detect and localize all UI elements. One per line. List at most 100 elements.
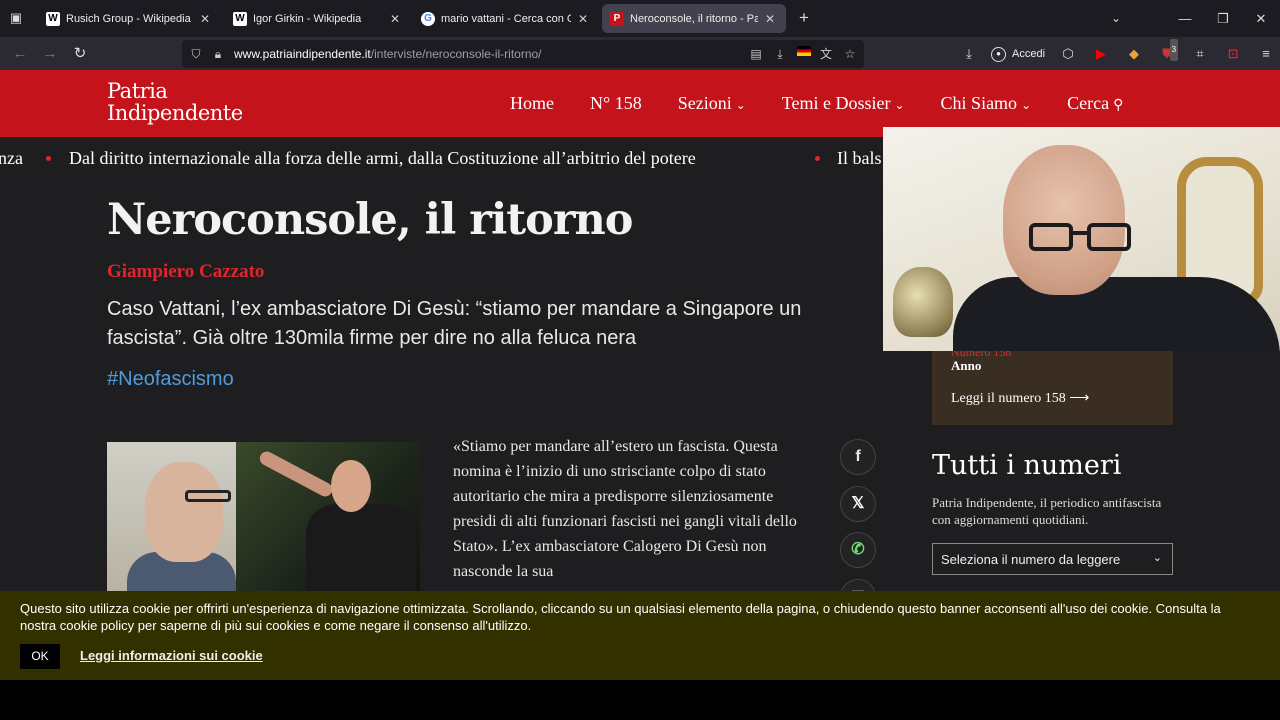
photo-arm (257, 449, 335, 499)
screen-share-icon[interactable]: ⊡ (1222, 43, 1244, 65)
photo-head (331, 460, 371, 512)
share-whatsapp-icon[interactable]: ✆ (840, 532, 876, 568)
tab-rusich-group[interactable]: W Rusich Group - Wikipedia ✕ (38, 4, 221, 33)
menu-icon[interactable]: ≡ (1255, 43, 1277, 65)
chevron-down-icon: ⌄ (1021, 98, 1032, 112)
window-controls: — ❐ ✕ (1166, 0, 1280, 37)
webcam-overlay (883, 127, 1280, 351)
back-icon[interactable]: ← (10, 44, 30, 64)
issue-year-label: Anno (951, 358, 982, 373)
url-bar[interactable]: ⛉ 🔒︎ www.patriaindipendente.it/intervist… (182, 40, 864, 68)
close-tab-icon[interactable]: ✕ (762, 12, 778, 26)
tab-title: Neroconsole, il ritorno - Patria I (630, 12, 758, 25)
share-x-icon[interactable]: 𝕏 (840, 486, 876, 522)
article-image (107, 442, 420, 592)
account-label: Accedi (1012, 48, 1046, 60)
chevron-down-icon: ⌄ (1152, 552, 1162, 564)
tab-neroconsole[interactable]: P Neroconsole, il ritorno - Patria I ✕ (602, 4, 786, 33)
photo-ambassador (107, 442, 236, 592)
close-window-icon[interactable]: ✕ (1242, 0, 1280, 37)
extension-badge: 3 (1169, 39, 1179, 61)
youtube-extension-icon[interactable]: ▶ (1090, 43, 1112, 65)
url-text[interactable]: www.patriaindipendente.it/interviste/ner… (234, 47, 542, 61)
person-head (1003, 145, 1125, 295)
browser-nav-bar: ← → ↻ ⛉ 🔒︎ www.patriaindipendente.it/int… (0, 37, 1280, 70)
photo-glasses (185, 490, 231, 502)
article-title: Neroconsole, il ritorno (107, 195, 633, 245)
url-domain: www.patriaindipendente.it (234, 47, 371, 61)
photo-head (145, 462, 223, 562)
nav-chi-siamo-label: Chi Siamo (940, 93, 1018, 113)
cookie-info-link[interactable]: Leggi informazioni sui cookie (80, 648, 263, 663)
cookie-ok-button[interactable]: OK (20, 644, 60, 669)
cookie-banner: Questo sito utilizza cookie per offrirti… (0, 591, 1280, 680)
forward-icon[interactable]: → (40, 44, 60, 64)
wikipedia-icon: W (46, 11, 60, 26)
article-tag[interactable]: #Neofascismo (107, 368, 234, 391)
reader-view-icon[interactable]: ▤ (748, 46, 764, 62)
glasses-bridge (1073, 231, 1087, 235)
extension-icon[interactable]: ◆ (1123, 43, 1145, 65)
crop-icon[interactable]: ⌗ (1189, 43, 1211, 65)
tab-google-search[interactable]: G mario vattani - Cerca con Googl ✕ (413, 4, 599, 33)
chevron-down-icon: ⌄ (894, 98, 905, 112)
patria-favicon-icon: P (610, 11, 624, 26)
article-body: «Stiamo per mandare all’estero un fascis… (453, 438, 797, 580)
tab-igor-girkin[interactable]: W Igor Girkin - Wikipedia ✕ (225, 4, 411, 33)
site-logo[interactable]: Patria Indipendente (107, 80, 243, 124)
person-shirt (953, 277, 1280, 351)
main-nav: Home N° 158 Sezioni ⌄ Temi e Dossier ⌄ Chi… (510, 93, 1123, 114)
cookie-text: Questo sito utilizza cookie per offrirti… (20, 601, 1221, 633)
tab-title: mario vattani - Cerca con Googl (441, 12, 571, 25)
nav-cerca[interactable]: Cerca ⚲ (1067, 93, 1123, 114)
close-tab-icon[interactable]: ✕ (575, 12, 591, 26)
new-tab-icon[interactable]: + (796, 9, 812, 27)
account-icon: ● (991, 46, 1006, 62)
nav-home[interactable]: Home (510, 93, 554, 114)
minimize-icon[interactable]: — (1166, 0, 1204, 37)
restore-icon[interactable]: ❐ (1204, 0, 1242, 37)
all-issues-title: Tutti i numeri (932, 450, 1122, 481)
save-page-icon[interactable]: ⤓ (772, 46, 788, 62)
photo-body (306, 504, 416, 592)
nav-chi-siamo[interactable]: Chi Siamo ⌄ (941, 93, 1032, 114)
nav-temi-dossier[interactable]: Temi e Dossier ⌄ (782, 93, 905, 114)
logo-line-1: Patria (107, 79, 168, 103)
ticker-item-fragment[interactable]: nza (0, 148, 23, 169)
lock-icon[interactable]: 🔒︎ (210, 46, 226, 62)
photo-concert (236, 442, 420, 592)
tab-title: Igor Girkin - Wikipedia (253, 12, 362, 25)
reload-icon[interactable]: ↻ (70, 44, 90, 64)
extensions-icon[interactable]: ⬡ (1057, 43, 1079, 65)
google-icon: G (421, 11, 435, 26)
share-facebook-icon[interactable]: f (840, 439, 876, 475)
german-flag-icon[interactable] (796, 46, 812, 62)
tab-overview-icon[interactable]: ▣ (8, 10, 24, 26)
ublock-icon[interactable]: ⛊ 3 (1156, 39, 1179, 65)
list-tabs-chevron-icon[interactable]: ⌄ (1108, 11, 1124, 25)
glasses-lens (1087, 223, 1131, 251)
nav-temi-label: Temi e Dossier (781, 93, 891, 113)
nav-issue[interactable]: N° 158 (590, 93, 642, 114)
translate-icon[interactable]: 文 (818, 46, 834, 62)
nav-cerca-label: Cerca (1067, 93, 1110, 113)
ticker-item-fragment[interactable]: Il bals (837, 148, 882, 169)
person-glasses (1029, 223, 1133, 255)
ticker-separator-icon (46, 156, 51, 161)
nav-sezioni[interactable]: Sezioni ⌄ (678, 93, 746, 114)
article-author[interactable]: Giampiero Cazzato (107, 261, 264, 283)
tracking-shield-icon[interactable]: ⛉ (188, 46, 204, 62)
close-tab-icon[interactable]: ✕ (197, 12, 213, 26)
read-issue-link[interactable]: Leggi il numero 158 ⟶ (951, 390, 1089, 407)
all-issues-description: Patria Indipendente, il periodico antifa… (932, 495, 1162, 527)
article-summary: Caso Vattani, l’ex ambasciatore Di Gesù:… (107, 298, 802, 349)
account-button[interactable]: ● Accedi (991, 46, 1046, 62)
vase (893, 267, 953, 337)
close-tab-icon[interactable]: ✕ (387, 12, 403, 26)
issue-select[interactable]: Seleziona il numero da leggere ⌄ (932, 543, 1173, 575)
bookmark-star-icon[interactable]: ☆ (842, 46, 858, 62)
browser-tab-bar: ▣ W Rusich Group - Wikipedia ✕ W Igor Gi… (0, 0, 1280, 37)
ticker-item[interactable]: Dal diritto internazionale alla forza de… (69, 148, 696, 169)
downloads-icon[interactable]: ⤓ (958, 43, 980, 65)
tab-title: Rusich Group - Wikipedia (66, 12, 191, 25)
